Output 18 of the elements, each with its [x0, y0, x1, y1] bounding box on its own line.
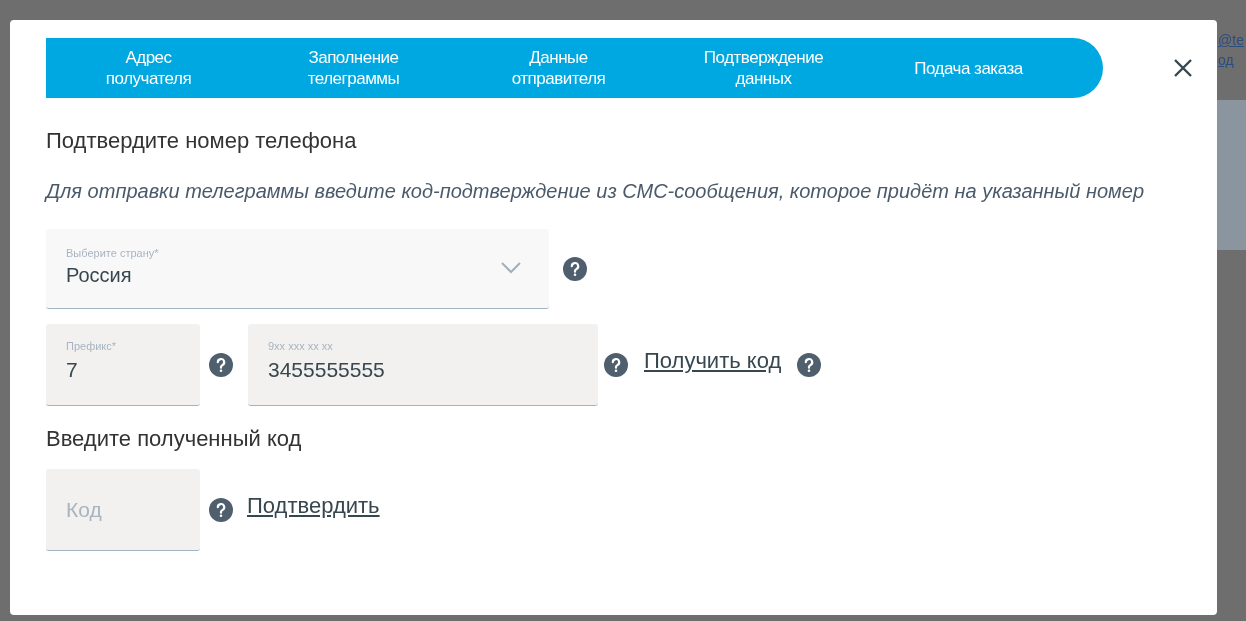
- instruction-text: Для отправки телеграммы введите код-подтверждение из СМС-сообщения, которое придёт на указанный номер: [46, 179, 1145, 204]
- confirm-link[interactable]: Подтвердить: [247, 488, 380, 522]
- help-icon[interactable]: [209, 353, 233, 377]
- help-icon[interactable]: [797, 353, 822, 377]
- help-icon[interactable]: [604, 353, 628, 377]
- prefix-field[interactable]: Префикс* 7: [46, 324, 200, 406]
- code-field[interactable]: Код: [46, 469, 200, 551]
- help-icon[interactable]: [563, 257, 587, 281]
- phone-field[interactable]: 9xx xxx xx xx 3455555555: [248, 324, 598, 406]
- help-icon[interactable]: [209, 498, 233, 522]
- close-icon: [1173, 58, 1193, 78]
- get-code-link[interactable]: Получить код: [644, 343, 782, 377]
- country-select[interactable]: Выберите страну* Россия: [46, 229, 549, 309]
- chevron-down-icon: [501, 262, 521, 274]
- section-heading: Введите полученный код: [46, 425, 303, 453]
- background-text: од: [1218, 51, 1235, 70]
- section-heading: Подтвердите номер телефона: [46, 127, 358, 155]
- background-text: @te: [1218, 31, 1244, 50]
